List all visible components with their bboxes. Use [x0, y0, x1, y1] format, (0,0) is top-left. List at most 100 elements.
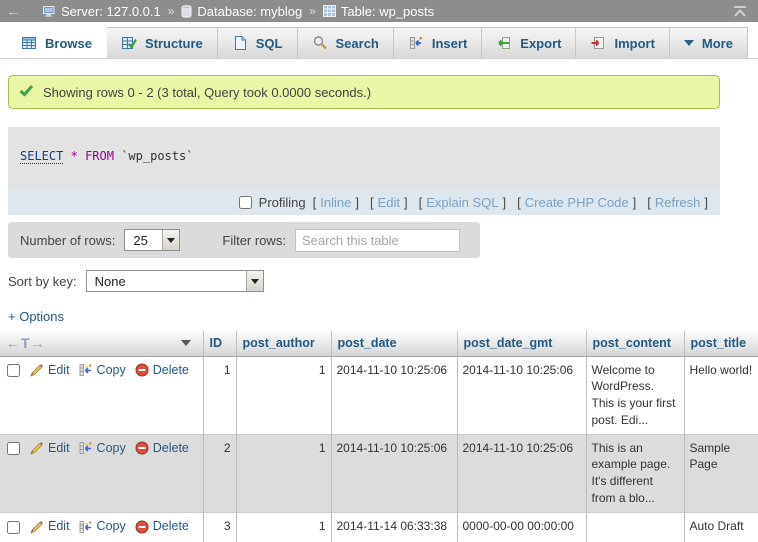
copy-icon: [79, 441, 93, 455]
options-toggle[interactable]: + Options: [8, 309, 64, 324]
tab-export[interactable]: Export: [482, 27, 576, 58]
breadcrumb-separator: »: [309, 4, 316, 18]
filter-table-input[interactable]: [295, 229, 460, 252]
row-checkbox[interactable]: [7, 442, 20, 455]
delete-label: Delete: [153, 518, 189, 536]
cell-post-content: This is an example page. It's different …: [586, 434, 684, 512]
table-row: Edit Copy Delete 1 1 2014-11-10 10:25:06…: [0, 356, 758, 434]
database-icon: [181, 5, 192, 18]
sort-by-key-select[interactable]: None: [86, 270, 264, 292]
sort-controls: Sort by key: None: [8, 270, 758, 292]
number-of-rows-select[interactable]: 25: [124, 229, 180, 251]
edit-link[interactable]: Edit: [30, 362, 70, 380]
tab-sql[interactable]: SQL: [218, 27, 298, 58]
sort-dropdown-icon[interactable]: [181, 340, 191, 346]
cell-post-date: 2014-11-10 10:25:06: [331, 356, 457, 434]
copy-link[interactable]: Copy: [79, 518, 126, 536]
import-icon: [590, 35, 606, 51]
insert-row-icon: [408, 35, 424, 51]
delete-minus-icon: [135, 520, 149, 534]
back-arrow-icon[interactable]: ←: [6, 4, 21, 19]
bracket: ]: [633, 195, 637, 210]
bracket: ]: [503, 195, 507, 210]
delete-link[interactable]: Delete: [135, 362, 189, 380]
profiling-label: Profiling: [259, 195, 306, 210]
breadcrumb-database[interactable]: Database: myblog: [197, 4, 302, 19]
tab-structure[interactable]: Structure: [107, 27, 218, 58]
delete-link[interactable]: Delete: [135, 518, 189, 536]
cell-post-date-gmt: 2014-11-10 10:25:06: [457, 356, 586, 434]
query-action-create-php-code[interactable]: Create PHP Code: [525, 195, 629, 210]
col-header-actions: ←T→: [0, 331, 203, 356]
tab-label: SQL: [256, 36, 283, 51]
tab-insert[interactable]: Insert: [394, 27, 482, 58]
edit-link[interactable]: Edit: [30, 518, 70, 536]
col-header-post-content[interactable]: post_content: [586, 331, 684, 356]
copy-label: Copy: [97, 440, 126, 458]
copy-label: Copy: [97, 362, 126, 380]
tab-browse[interactable]: Browse: [6, 27, 107, 58]
copy-icon: [79, 520, 93, 534]
tab-search[interactable]: Search: [298, 27, 394, 58]
copy-icon: [79, 363, 93, 377]
delete-link[interactable]: Delete: [135, 440, 189, 458]
tab-label: Export: [520, 36, 561, 51]
sql-keyword-select-link[interactable]: SELECT: [20, 149, 63, 164]
query-action-inline[interactable]: Inline: [320, 195, 351, 210]
col-header-post-title[interactable]: post_title: [684, 331, 758, 356]
rows-controls-bar: Number of rows: 25 Filter rows:: [8, 222, 480, 258]
tab-label: Structure: [145, 36, 203, 51]
sql-star: *: [71, 149, 78, 163]
cell-post-author: 1: [236, 434, 331, 512]
cell-id: 2: [203, 434, 236, 512]
cell-post-title: Hello world!: [684, 356, 758, 434]
query-actions-bar: Profiling [Inline] [Edit] [Explain SQL] …: [8, 189, 720, 215]
col-header-post-date-gmt[interactable]: post_date_gmt: [457, 331, 586, 356]
edit-pencil-icon: [30, 520, 44, 534]
edit-link[interactable]: Edit: [30, 440, 70, 458]
number-of-rows-label: Number of rows:: [20, 233, 115, 248]
bracket: ]: [704, 195, 708, 210]
bracket: [: [517, 195, 521, 210]
col-header-post-date[interactable]: post_date: [331, 331, 457, 356]
sql-query-text: SELECT * FROM `wp_posts`: [8, 127, 720, 189]
tab-bar: Browse Structure SQL Search Insert Expor…: [0, 22, 758, 59]
edit-pencil-icon: [30, 363, 44, 377]
tab-label: Browse: [45, 36, 92, 51]
cell-post-title: Auto Draft: [684, 512, 758, 542]
query-action-explain-sql[interactable]: Explain SQL: [426, 195, 498, 210]
more-chevron-down-icon: [684, 40, 694, 46]
edit-label: Edit: [48, 518, 70, 536]
copy-label: Copy: [97, 518, 126, 536]
sort-by-key-value: None: [87, 271, 246, 291]
copy-link[interactable]: Copy: [79, 440, 126, 458]
tab-more[interactable]: More: [670, 27, 748, 58]
edit-label: Edit: [48, 440, 70, 458]
structure-icon: [121, 35, 137, 51]
tab-import[interactable]: Import: [576, 27, 669, 58]
query-action-refresh[interactable]: Refresh: [655, 195, 701, 210]
edit-label: Edit: [48, 362, 70, 380]
delete-label: Delete: [153, 440, 189, 458]
col-header-post-author[interactable]: post_author: [236, 331, 331, 356]
cell-post-author: 1: [236, 512, 331, 542]
search-icon: [312, 35, 328, 51]
status-message: Showing rows 0 - 2 (3 total, Query took …: [8, 75, 720, 109]
filter-rows-label: Filter rows:: [222, 233, 286, 248]
profiling-checkbox[interactable]: [239, 196, 252, 209]
row-checkbox[interactable]: [7, 364, 20, 377]
column-marker-icon[interactable]: ←T→: [6, 335, 46, 351]
cell-post-date-gmt: 2014-11-10 10:25:06: [457, 434, 586, 512]
tab-label: Import: [614, 36, 654, 51]
breadcrumb-table[interactable]: Table: wp_posts: [341, 4, 434, 19]
table-row: Edit Copy Delete 2 1 2014-11-10 10:25:06…: [0, 434, 758, 512]
tab-label: Search: [336, 36, 379, 51]
breadcrumb-server[interactable]: Server: 127.0.0.1: [61, 4, 161, 19]
query-action-edit[interactable]: Edit: [378, 195, 400, 210]
copy-link[interactable]: Copy: [79, 362, 126, 380]
row-checkbox[interactable]: [7, 521, 20, 534]
col-header-id[interactable]: ID: [203, 331, 236, 356]
collapse-top-icon[interactable]: [732, 5, 748, 18]
breadcrumb-separator: »: [168, 4, 175, 18]
bracket: [: [647, 195, 651, 210]
